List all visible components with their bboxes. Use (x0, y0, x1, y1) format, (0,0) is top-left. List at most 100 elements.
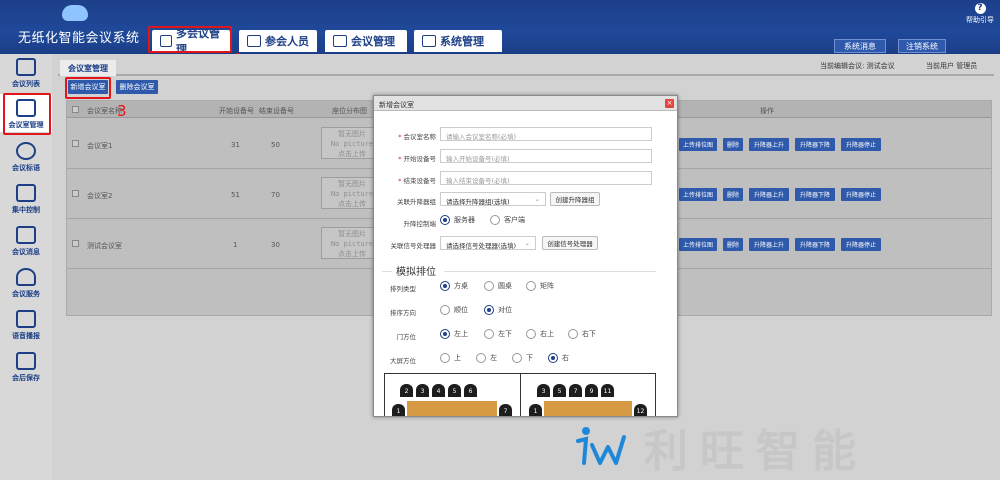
radio-client[interactable]: 客户端 (490, 215, 525, 225)
radio-off-icon (526, 281, 536, 291)
system-message-button[interactable]: 系统消息 (834, 39, 886, 53)
monitor-icon (16, 184, 36, 202)
delete-row-button[interactable]: 删除 (723, 138, 743, 151)
seat-icon: 9 (585, 384, 598, 397)
sidebar-item-slogan[interactable]: 会议标语 (0, 142, 52, 176)
room-name-label: * 会议室名称 (398, 133, 436, 141)
radio-round-table[interactable]: 圆桌 (484, 281, 512, 291)
radio-screen-top[interactable]: 上 (440, 353, 461, 363)
radio-door-top-left[interactable]: 左上 (440, 329, 468, 339)
radio-screen-bottom[interactable]: 下 (512, 353, 533, 363)
seat-icon: 4 (432, 384, 445, 397)
lift-up-button[interactable]: 升降器上升 (749, 138, 789, 151)
headset-icon (16, 268, 36, 286)
seat-icon: 1 (529, 404, 542, 416)
row-checkbox[interactable] (72, 240, 79, 247)
radio-on-icon (440, 215, 450, 225)
start-number: 51 (231, 191, 240, 199)
start-number-input[interactable]: 输入开始设备号(必填) (440, 149, 652, 163)
lift-stop-button[interactable]: 升降器停止 (841, 138, 881, 151)
sidebar-item-meeting-list[interactable]: 会议列表 (0, 58, 52, 92)
radio-off-icon (568, 329, 578, 339)
watermark-text: 利旺智能 (644, 426, 868, 477)
table-shape (407, 401, 497, 416)
lift-stop-button[interactable]: 升降器停止 (841, 188, 881, 201)
delete-room-button[interactable]: 删除会议室 (116, 80, 158, 94)
radio-on-icon (440, 281, 450, 291)
lift-down-button[interactable]: 升降器下降 (795, 238, 835, 251)
upload-seat-map-button[interactable]: 上传排位图 (679, 188, 717, 201)
radio-opposite[interactable]: 对位 (484, 305, 512, 315)
row-checkbox[interactable] (72, 190, 79, 197)
radio-on-icon (484, 305, 494, 315)
radio-off-icon (526, 329, 536, 339)
message-icon (16, 226, 36, 244)
col-end: 结束设备号 (259, 107, 294, 115)
app-title: 无纸化智能会议系统 (18, 31, 140, 46)
signal-processor-select[interactable]: 请选择信号处理器(选填) ⌄ (440, 236, 536, 250)
start-number: 31 (231, 141, 240, 149)
lift-down-button[interactable]: 升降器下降 (795, 138, 835, 151)
help-guide-button[interactable]: ? 帮助引导 (966, 3, 994, 25)
tab-room-manage[interactable]: 会议室管理 (60, 60, 116, 76)
seat-icon: 11 (601, 384, 614, 397)
lift-up-button[interactable]: 升降器上升 (749, 188, 789, 201)
upload-seat-map-button[interactable]: 上传排位图 (679, 238, 717, 251)
tab-multi-meeting[interactable]: 多会议管理 (152, 27, 230, 56)
radio-door-top-right[interactable]: 右上 (526, 329, 554, 339)
sidebar: 会议列表 会议室管理 会议标语 集中控制 会议消息 会议服务 语音播报 会后保存 (0, 54, 52, 480)
seat-icon: 7 (569, 384, 582, 397)
radio-off-icon (476, 353, 486, 363)
radio-screen-right[interactable]: 右 (548, 353, 569, 363)
col-ops: 操作 (760, 107, 774, 115)
radio-sequential[interactable]: 顺位 (440, 305, 468, 315)
radio-server[interactable]: 服务器 (440, 215, 475, 225)
radio-door-bottom-left[interactable]: 左下 (484, 329, 512, 339)
sidebar-item-central-control[interactable]: 集中控制 (0, 184, 52, 218)
sidebar-item-service[interactable]: 会议服务 (0, 268, 52, 302)
row-checkbox[interactable] (72, 140, 79, 147)
liwang-logo-icon (574, 425, 630, 469)
end-number-input[interactable]: 输入结束设备号(必填) (440, 171, 652, 185)
save-file-icon (16, 352, 36, 370)
sidebar-item-room-manage[interactable]: 会议室管理 (0, 94, 52, 132)
sidebar-item-save[interactable]: 会后保存 (0, 352, 52, 386)
room-name: 测试会议室 (87, 242, 122, 250)
seat-icon: 7 (499, 404, 512, 416)
lift-stop-button[interactable]: 升降器停止 (841, 238, 881, 251)
watermark: 利旺智能 (574, 418, 868, 477)
lift-up-button[interactable]: 升降器上升 (749, 238, 789, 251)
seating-preview: 2 3 4 5 6 1 7 3 5 7 9 11 1 12 (384, 373, 656, 416)
signal-processor-label: 关联信号处理器 (390, 242, 437, 250)
logout-button[interactable]: 注销系统 (898, 39, 946, 53)
radio-square-table[interactable]: 方桌 (440, 281, 468, 291)
sidebar-item-messages[interactable]: 会议消息 (0, 226, 52, 260)
current-user-label: 当前用户 管理员 (926, 62, 978, 70)
radio-matrix[interactable]: 矩阵 (526, 281, 554, 291)
close-icon[interactable]: × (665, 99, 674, 108)
room-name-input[interactable]: 请输入会议室名称(必填) (440, 127, 652, 141)
radio-screen-left[interactable]: 左 (476, 353, 497, 363)
dialog-title: 新增会议室 (374, 96, 677, 111)
seat-icon: 1 (392, 404, 405, 416)
add-room-dialog: 新增会议室 × * 会议室名称 请输入会议室名称(必填) * 开始设备号 输入开始设… (373, 95, 678, 417)
sidebar-item-voice[interactable]: 语音播报 (0, 310, 52, 344)
upload-seat-map-button[interactable]: 上传排位图 (679, 138, 717, 151)
delete-row-button[interactable]: 删除 (723, 238, 743, 251)
create-lift-group-button[interactable]: 创建升降器组 (550, 192, 600, 206)
create-signal-processor-button[interactable]: 创建信号处理器 (542, 236, 598, 250)
lift-group-select[interactable]: 请选择升降器组(选填) ⌄ (440, 192, 546, 206)
tab-meeting-manage[interactable]: 会议管理 (325, 30, 407, 52)
select-all-checkbox[interactable] (72, 106, 79, 113)
cloud-logo-icon (62, 5, 88, 21)
sort-direction-label: 排序方向 (390, 309, 416, 317)
add-room-button[interactable]: 新增会议室 (68, 80, 108, 94)
tab-attendees[interactable]: 参会人员 (239, 30, 317, 52)
arrange-type-label: 排列类型 (390, 285, 416, 293)
seat-icon: 5 (553, 384, 566, 397)
tab-system-manage[interactable]: 系统管理 (414, 30, 502, 52)
delete-row-button[interactable]: 删除 (723, 188, 743, 201)
radio-door-bottom-right[interactable]: 右下 (568, 329, 596, 339)
radio-on-icon (440, 329, 450, 339)
lift-down-button[interactable]: 升降器下降 (795, 188, 835, 201)
